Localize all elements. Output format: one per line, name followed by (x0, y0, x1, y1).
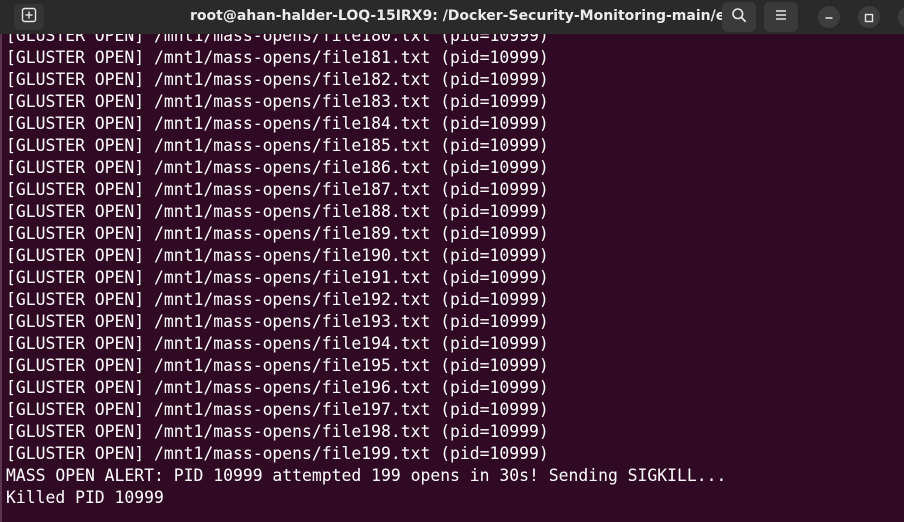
terminal-line: [GLUSTER OPEN] /mnt1/mass-opens/file195.… (6, 356, 549, 375)
minimize-icon (824, 8, 834, 27)
alert-line: MASS OPEN ALERT: PID 10999 attempted 199… (6, 466, 727, 485)
new-tab-icon (21, 7, 37, 27)
terminal-line: [GLUSTER OPEN] /mnt1/mass-opens/file184.… (6, 114, 549, 133)
new-tab-button[interactable] (14, 4, 44, 30)
terminal-line: [GLUSTER OPEN] /mnt1/mass-opens/file197.… (6, 400, 549, 419)
terminal-line: [GLUSTER OPEN] /mnt1/mass-opens/file190.… (6, 246, 549, 265)
terminal-line: [GLUSTER OPEN] /mnt1/mass-opens/file193.… (6, 312, 549, 331)
terminal-window: root@ahan-halder-LOQ-15IRX9: /Docker-Sec… (0, 0, 904, 522)
hamburger-menu-icon (773, 7, 789, 27)
maximize-icon (864, 8, 874, 27)
terminal-line: [GLUSTER OPEN] /mnt1/mass-opens/file180.… (6, 34, 549, 45)
terminal-line: [GLUSTER OPEN] /mnt1/mass-opens/file192.… (6, 290, 549, 309)
terminal-line: [GLUSTER OPEN] /mnt1/mass-opens/file198.… (6, 422, 549, 441)
killed-line: Killed PID 10999 (6, 488, 164, 507)
minimize-button[interactable] (818, 6, 840, 28)
window-left-edge (0, 34, 2, 522)
terminal-line: [GLUSTER OPEN] /mnt1/mass-opens/file188.… (6, 202, 549, 221)
terminal-line: [GLUSTER OPEN] /mnt1/mass-opens/file183.… (6, 92, 549, 111)
terminal-lines: [GLUSTER OPEN] /mnt1/mass-opens/file180.… (0, 34, 727, 509)
terminal-line: [GLUSTER OPEN] /mnt1/mass-opens/file194.… (6, 334, 549, 353)
terminal-line: [GLUSTER OPEN] /mnt1/mass-opens/file186.… (6, 158, 549, 177)
close-button[interactable] (898, 6, 904, 28)
terminal-output[interactable]: [GLUSTER OPEN] /mnt1/mass-opens/file180.… (0, 34, 904, 522)
search-button[interactable] (722, 2, 756, 32)
terminal-line: [GLUSTER OPEN] /mnt1/mass-opens/file185.… (6, 136, 549, 155)
title-bar[interactable]: root@ahan-halder-LOQ-15IRX9: /Docker-Sec… (0, 0, 904, 34)
terminal-line: [GLUSTER OPEN] /mnt1/mass-opens/file181.… (6, 48, 549, 67)
terminal-line: [GLUSTER OPEN] /mnt1/mass-opens/file182.… (6, 70, 549, 89)
search-icon (731, 7, 747, 27)
terminal-line: [GLUSTER OPEN] /mnt1/mass-opens/file189.… (6, 224, 549, 243)
terminal-line: [GLUSTER OPEN] /mnt1/mass-opens/file199.… (6, 444, 549, 463)
window-title: root@ahan-halder-LOQ-15IRX9: /Docker-Sec… (190, 8, 752, 24)
menu-button[interactable] (764, 2, 798, 32)
maximize-button[interactable] (858, 6, 880, 28)
terminal-line: [GLUSTER OPEN] /mnt1/mass-opens/file196.… (6, 378, 549, 397)
terminal-line: [GLUSTER OPEN] /mnt1/mass-opens/file191.… (6, 268, 549, 287)
terminal-line: [GLUSTER OPEN] /mnt1/mass-opens/file187.… (6, 180, 549, 199)
